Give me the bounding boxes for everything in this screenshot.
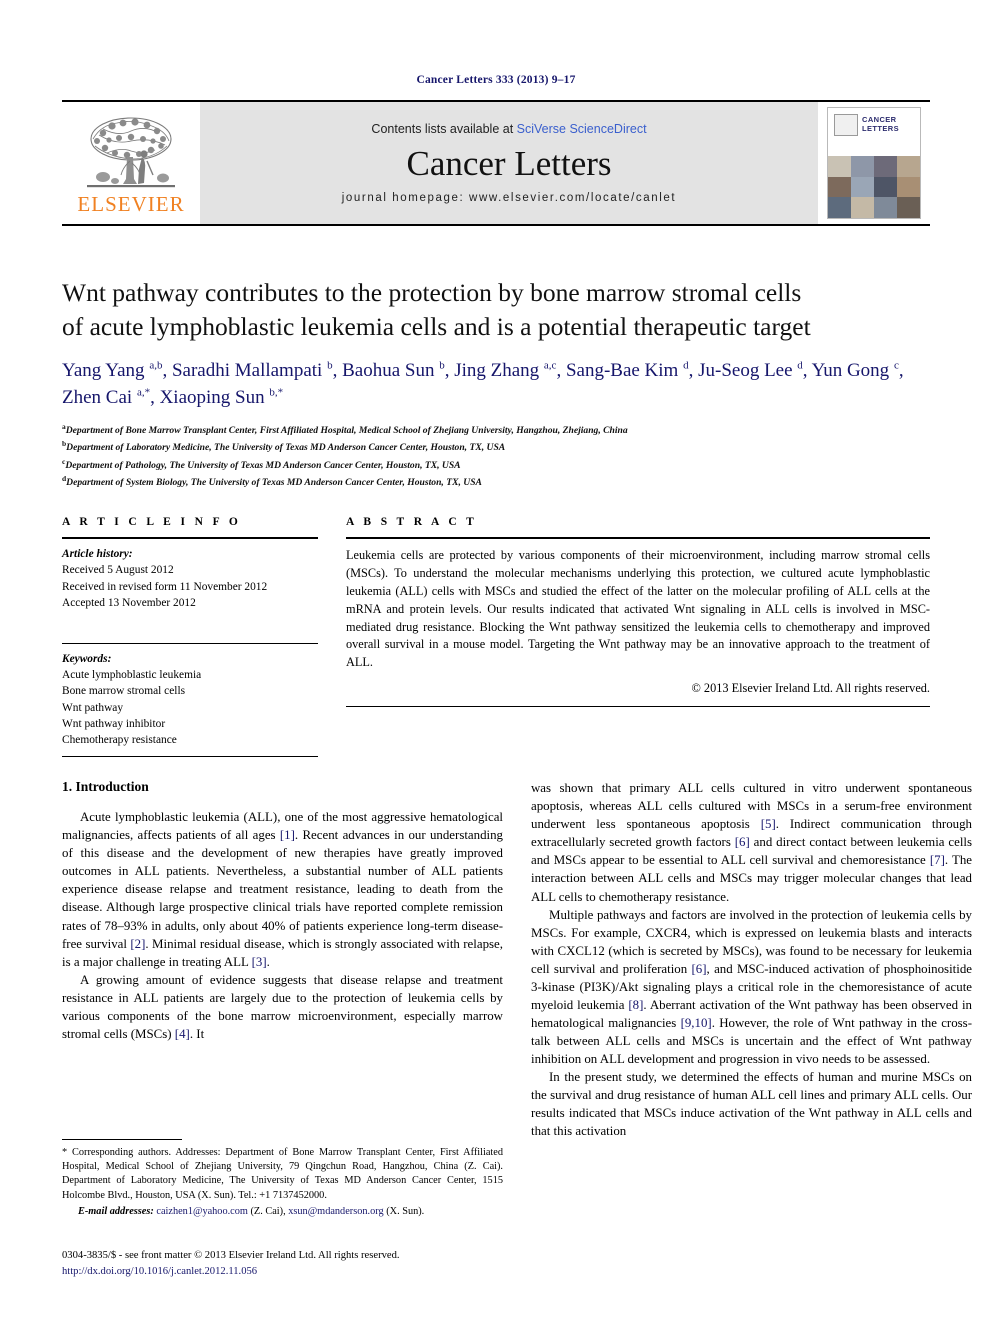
article-header: Wnt pathway contributes to the protectio… <box>62 276 930 490</box>
email-link-cai[interactable]: caizhen1@yahoo.com <box>156 1206 248 1217</box>
cover-image-grid <box>828 156 920 218</box>
affiliation-list: aDepartment of Bone Marrow Transplant Ce… <box>62 421 930 491</box>
journal-homepage[interactable]: journal homepage: www.elsevier.com/locat… <box>342 192 676 204</box>
masthead-center: Contents lists available at SciVerse Sci… <box>200 102 818 224</box>
history-label: Article history: <box>62 548 133 561</box>
body-columns: 1. Introduction Acute lymphoblastic leuk… <box>62 779 972 1140</box>
info-abstract-section: A R T I C L E I N F O Article history: R… <box>62 516 930 758</box>
email-owner-sun: (X. Sun). <box>386 1205 425 1217</box>
abstract-text: Leukemia cells are protected by various … <box>346 548 930 670</box>
journal-masthead: ELSEVIER Contents lists available at Sci… <box>62 100 930 226</box>
keywords-block: Keywords: Acute lymphoblastic leukemia B… <box>62 644 318 756</box>
imprint-block: 0304-3835/$ - see front matter © 2013 El… <box>62 1248 522 1279</box>
email-link-sun[interactable]: xsun@mdanderson.org <box>288 1206 383 1217</box>
keywords-label: Keywords: <box>62 653 112 665</box>
contents-prefix: Contents lists available at <box>371 121 517 136</box>
sciencedirect-link[interactable]: SciVerse ScienceDirect <box>517 122 647 136</box>
elsevier-wordmark: ELSEVIER <box>77 192 185 216</box>
abstract-label: A B S T R A C T <box>346 516 478 529</box>
cover-publisher-icon <box>834 114 858 136</box>
paragraph: Multiple pathways and factors are involv… <box>531 907 973 1067</box>
paragraph: In the present study, we determined the … <box>531 1070 972 1139</box>
footnote-block: * Corresponding authors. Addresses: Depa… <box>62 1138 503 1219</box>
journal-cover: CANCER LETTERS <box>818 102 930 224</box>
affiliation-item: aDepartment of Bone Marrow Transplant Ce… <box>62 421 628 436</box>
email-note: E-mail addresses: caizhen1@yahoo.com (Z.… <box>62 1205 503 1219</box>
article-history: Article history: Received 5 August 2012 … <box>62 539 318 619</box>
keyword-item: Acute lymphoblastic leukemia <box>62 669 202 682</box>
history-item: Accepted 13 November 2012 <box>62 596 196 609</box>
keyword-item: Wnt pathway <box>62 701 124 714</box>
running-head: Cancer Letters 333 (2013) 9–17 <box>416 74 576 86</box>
affiliation-item: bDepartment of Laboratory Medicine, The … <box>62 439 506 454</box>
left-column: 1. Introduction Acute lymphoblastic leuk… <box>62 779 503 1140</box>
history-item: Received 5 August 2012 <box>62 564 174 577</box>
author-list: Yang Yang a,b, Saradhi Mallampati b, Bao… <box>62 359 904 408</box>
article-info-column: A R T I C L E I N F O Article history: R… <box>62 516 318 758</box>
section-heading-introduction: 1. Introduction <box>62 779 149 795</box>
keyword-item: Wnt pathway inhibitor <box>62 717 166 730</box>
right-column: was shown that primary ALL cells culture… <box>531 779 972 1140</box>
contents-available-line: Contents lists available at SciVerse Sci… <box>371 122 646 136</box>
issn-copyright-line: 0304-3835/$ - see front matter © 2013 El… <box>62 1250 400 1262</box>
journal-title: Cancer Letters <box>406 143 612 183</box>
divider <box>346 706 930 708</box>
elsevier-logo: ELSEVIER <box>62 102 200 224</box>
paper-page: Cancer Letters 333 (2013) 9–17 ELSEVIER … <box>0 0 992 1323</box>
abstract-copyright: © 2013 Elsevier Ireland Ltd. All rights … <box>691 681 930 696</box>
affiliation-item: dDepartment of System Biology, The Unive… <box>62 473 482 489</box>
keyword-item: Bone marrow stromal cells <box>62 685 186 698</box>
doi-link[interactable]: http://dx.doi.org/10.1016/j.canlet.2012.… <box>62 1264 522 1279</box>
divider <box>62 756 318 758</box>
paragraph: was shown that primary ALL cells culture… <box>531 781 973 904</box>
footnote-divider <box>62 1138 182 1140</box>
abstract-column: A B S T R A C T Leukemia cells are prote… <box>346 516 930 757</box>
cover-thumbnail: CANCER LETTERS <box>827 107 921 219</box>
paragraph: Acute lymphoblastic leukemia (ALL), one … <box>62 810 504 969</box>
history-item: Received in revised form 11 November 201… <box>62 580 268 593</box>
corresponding-author-note: * Corresponding authors. Addresses: Depa… <box>62 1146 503 1201</box>
page-title: Wnt pathway contributes to the protectio… <box>62 278 811 341</box>
email-owner-cai: (Z. Cai), <box>250 1205 286 1217</box>
elsevier-tree-icon <box>87 117 175 188</box>
email-label: E-mail addresses: <box>78 1205 154 1217</box>
keyword-item: Chemotherapy resistance <box>62 733 177 746</box>
article-info-label: A R T I C L E I N F O <box>62 516 242 529</box>
cover-title: CANCER LETTERS <box>862 115 899 133</box>
paragraph: A growing amount of evidence suggests th… <box>62 972 503 1041</box>
affiliation-item: cDepartment of Pathology, The University… <box>62 456 461 471</box>
